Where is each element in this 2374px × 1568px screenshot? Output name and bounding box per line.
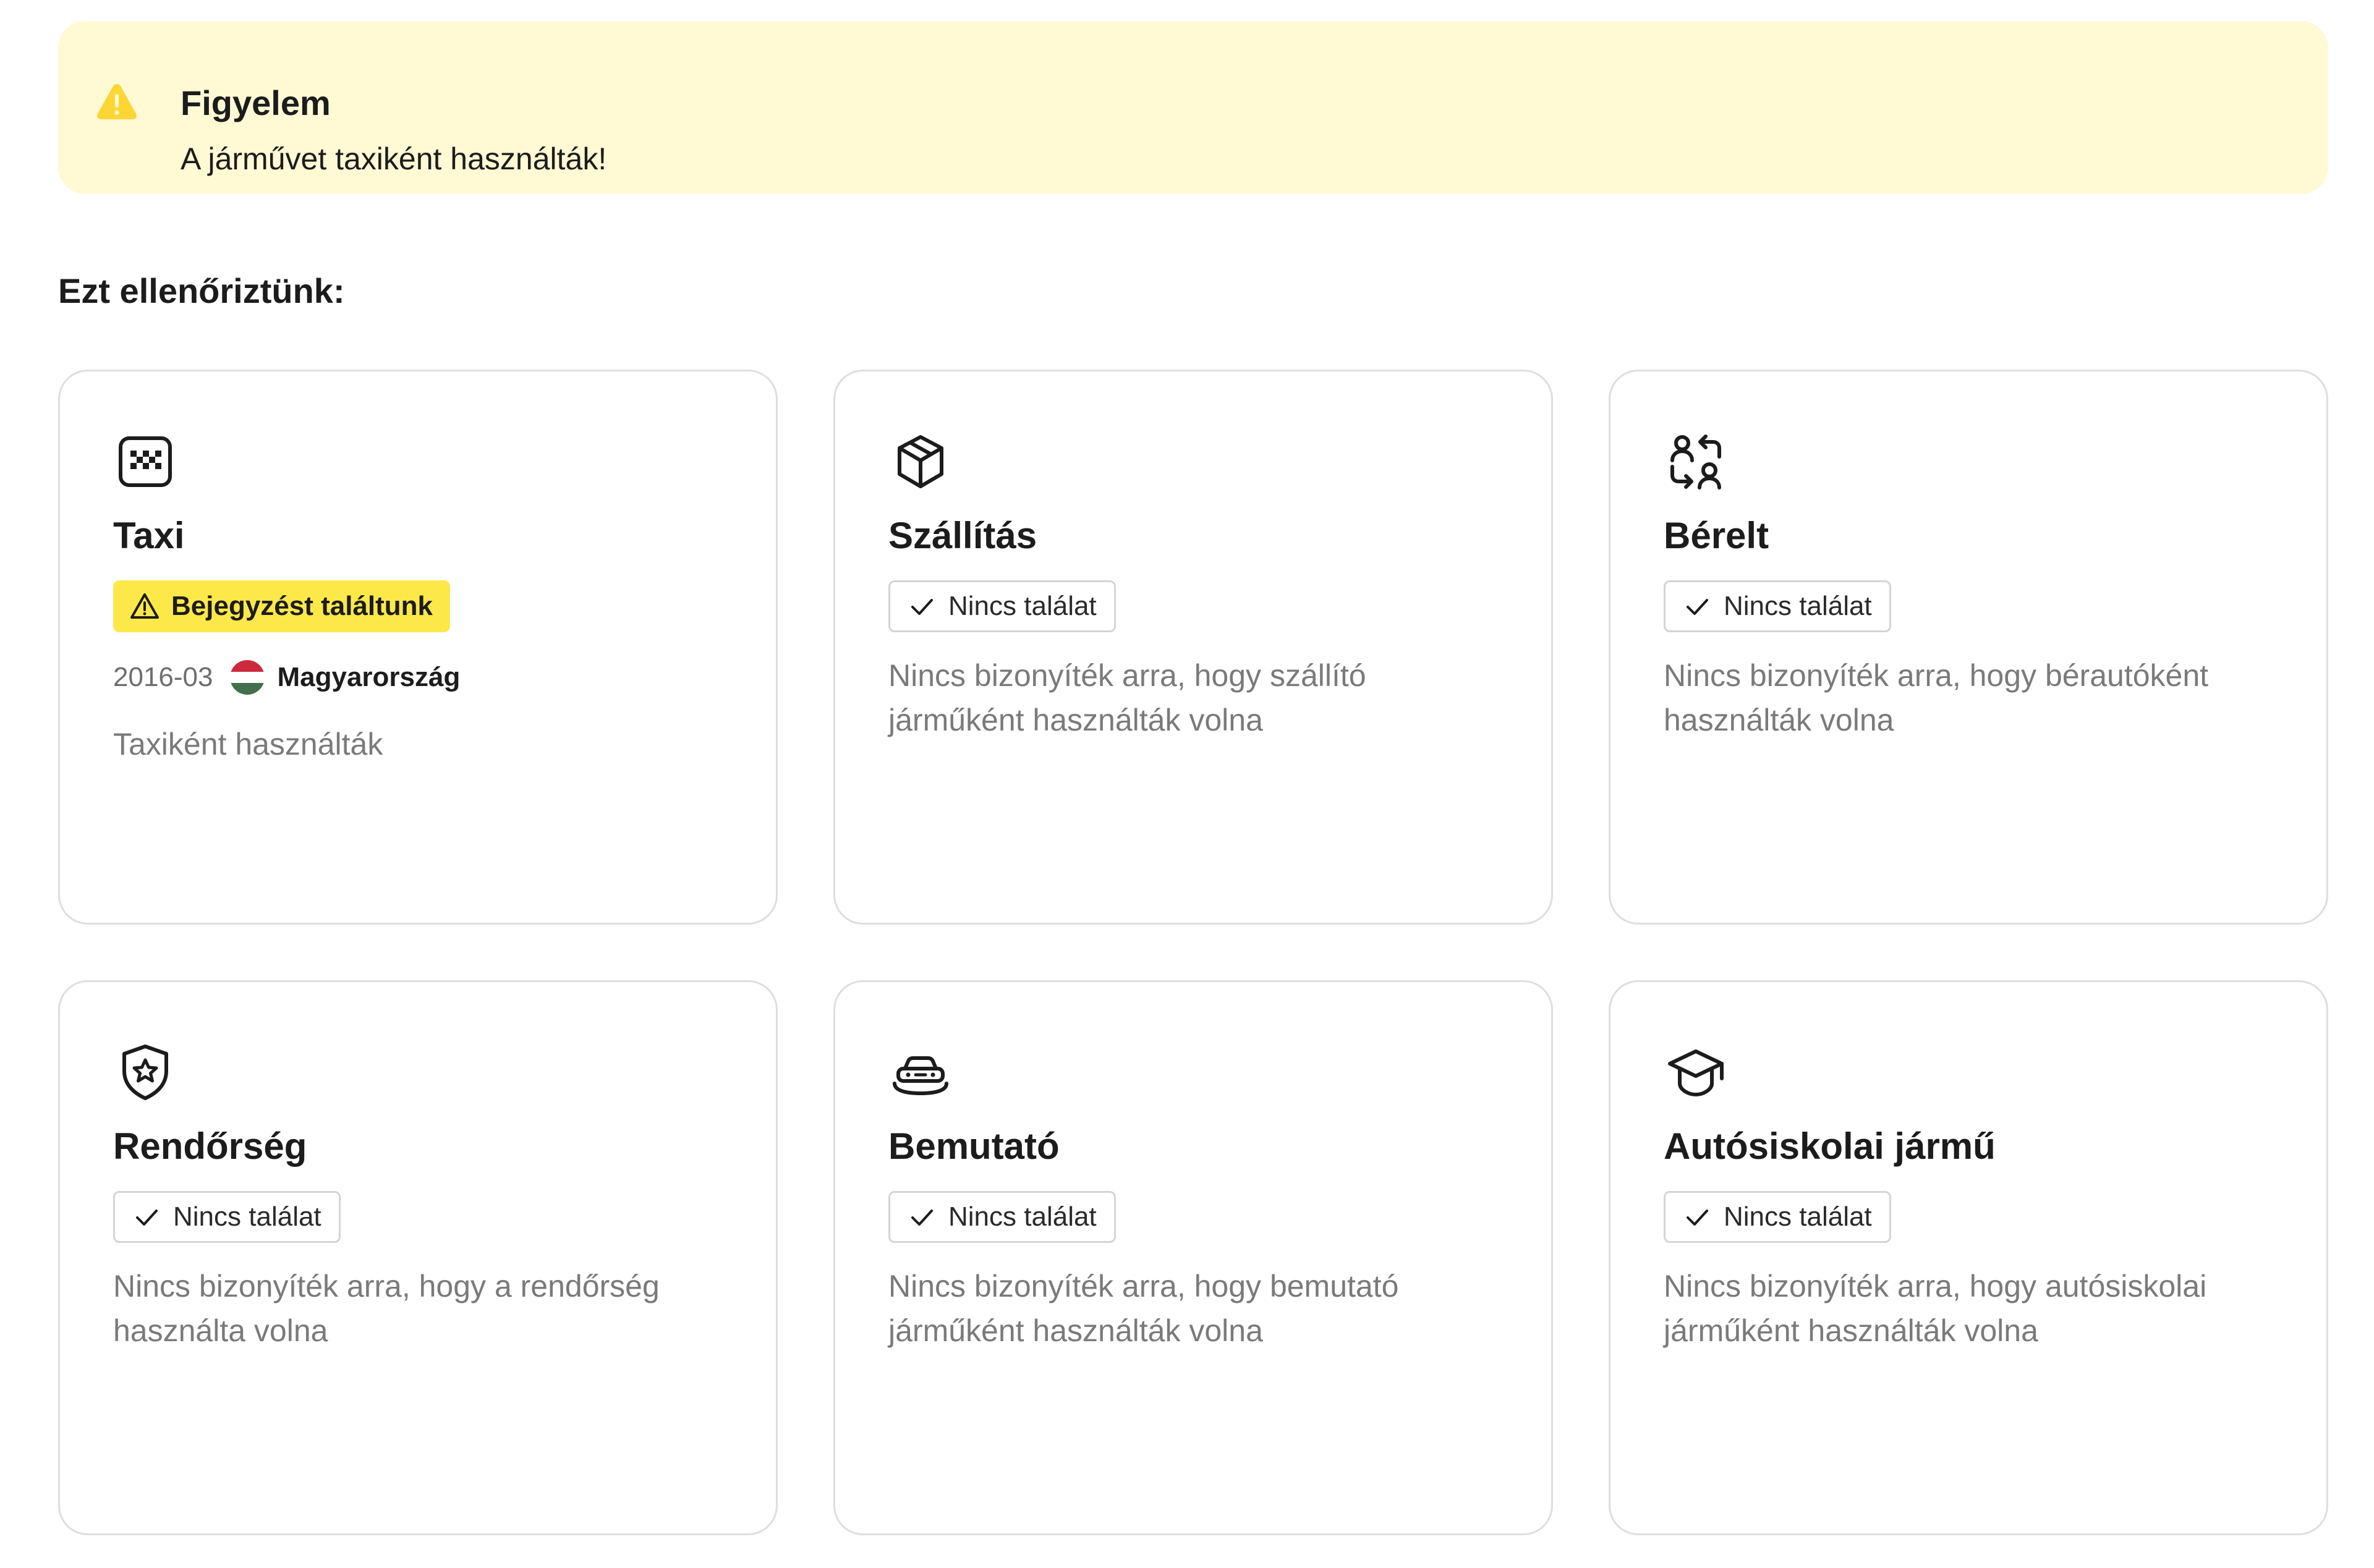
status-badge-no-match: Nincs találat <box>1664 1191 1891 1243</box>
badge-label: Nincs találat <box>948 591 1097 621</box>
vehicle-usage-check-page: Figyelem A járművet taxiként használták!… <box>0 0 2374 1568</box>
check-card-demo: Bemutató Nincs találat Nincs bizonyíték … <box>833 980 1553 1535</box>
record-date: 2016-03 <box>113 662 213 692</box>
section-title: Ezt ellenőriztünk: <box>58 271 345 310</box>
taxi-sign-icon <box>113 430 177 494</box>
card-description: Nincs bizonyíték arra, hogy bérautóként … <box>1664 658 2209 737</box>
police-badge-icon <box>113 1040 177 1104</box>
record-description: Taxiként használták <box>113 727 383 761</box>
alert-message: A járművet taxiként használták! <box>181 142 607 176</box>
card-title: Bemutató <box>888 1125 1060 1167</box>
card-title: Rendőrség <box>113 1125 307 1167</box>
badge-label: Bejegyzést találtunk <box>171 591 433 621</box>
status-badge-no-match: Nincs találat <box>888 1191 1116 1243</box>
check-icon <box>1687 599 1708 615</box>
check-card-taxi: Taxi Bejegyzést találtunk 2016-03 Magyar… <box>58 370 778 925</box>
check-icon <box>1687 1210 1708 1226</box>
card-description: Nincs bizonyíték arra, hogy bemutató jár… <box>888 1269 1399 1348</box>
status-badge-no-match: Nincs találat <box>1664 580 1891 632</box>
badge-label: Nincs találat <box>173 1201 321 1232</box>
card-description: Nincs bizonyíték arra, hogy a rendőrség … <box>113 1269 660 1348</box>
warning-triangle-icon <box>130 593 159 619</box>
badge-label: Nincs találat <box>1724 1201 1872 1232</box>
check-icon <box>911 1210 933 1226</box>
card-title: Bérelt <box>1664 515 1769 556</box>
check-icon <box>136 1210 158 1226</box>
check-card-police: Rendőrség Nincs találat Nincs bizonyíték… <box>58 980 778 1535</box>
warning-triangle-icon <box>95 82 138 121</box>
status-badge-no-match: Nincs találat <box>888 580 1116 632</box>
hungary-flag-icon <box>230 660 265 695</box>
badge-label: Nincs találat <box>948 1201 1097 1232</box>
alert-title: Figyelem <box>181 83 331 122</box>
record-row: 2016-03 Magyarország <box>113 656 460 699</box>
check-card-driving-school: Autósiskolai jármű Nincs találat Nincs b… <box>1609 980 2328 1535</box>
status-badge-no-match: Nincs találat <box>113 1191 341 1243</box>
package-box-icon <box>888 430 953 494</box>
card-title: Szállítás <box>888 515 1037 556</box>
record-country: Magyarország <box>277 662 461 692</box>
check-cards-grid: Taxi Bejegyzést találtunk 2016-03 Magyar… <box>58 370 2328 1535</box>
warning-alert: Figyelem A járművet taxiként használták! <box>58 21 2328 194</box>
check-icon <box>911 599 933 615</box>
check-card-delivery: Szállítás Nincs találat Nincs bizonyíték… <box>833 370 1553 925</box>
card-description: Nincs bizonyíték arra, hogy autósiskolai… <box>1664 1269 2207 1348</box>
car-showroom-icon <box>888 1040 953 1104</box>
card-description: Nincs bizonyíték arra, hogy szállító jár… <box>888 658 1366 737</box>
graduation-cap-icon <box>1664 1040 1728 1104</box>
check-card-rental: Bérelt Nincs találat Nincs bizonyíték ar… <box>1609 370 2328 925</box>
user-swap-icon <box>1664 430 1728 494</box>
status-badge-found: Bejegyzést találtunk <box>113 580 451 632</box>
card-title: Taxi <box>113 515 185 556</box>
badge-label: Nincs találat <box>1724 591 1872 621</box>
card-title: Autósiskolai jármű <box>1664 1125 1996 1167</box>
